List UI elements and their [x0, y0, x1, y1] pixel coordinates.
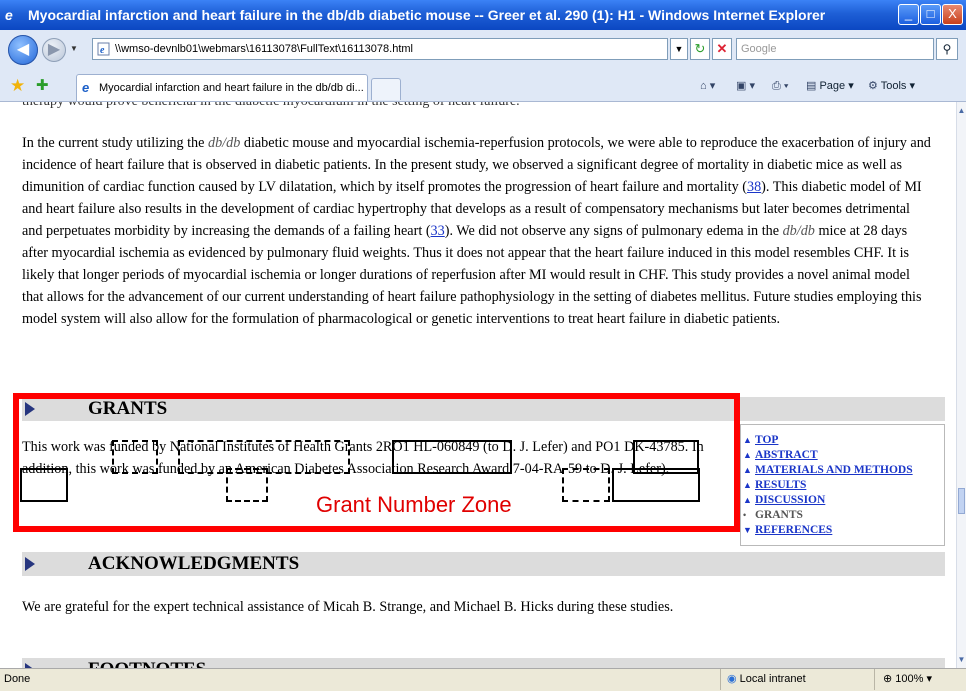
- security-zone: ◉ Local intranet: [720, 669, 850, 690]
- toc-label: REFERENCES: [755, 524, 833, 536]
- scroll-thumb[interactable]: [958, 488, 965, 514]
- toc-label: GRANTS: [755, 509, 803, 521]
- page-menu-button[interactable]: ▤ Page ▾: [806, 78, 854, 94]
- footnotes-heading: FOOTNOTES: [88, 658, 206, 668]
- print-icon[interactable]: ⎙ ▾: [772, 78, 788, 94]
- tools-menu-label: Tools: [880, 80, 907, 92]
- up-arrow-icon: ▲: [743, 465, 752, 475]
- down-arrow-icon: ▼: [743, 525, 752, 535]
- zoom-control[interactable]: ⊕ 100% ▾: [874, 669, 966, 690]
- minimize-button[interactable]: _: [898, 4, 919, 25]
- close-button[interactable]: X: [942, 4, 963, 25]
- section-arrow-icon: [25, 557, 35, 571]
- toc-label: MATERIALS AND METHODS: [755, 464, 913, 476]
- history-dropdown-icon[interactable]: ▼: [70, 44, 78, 53]
- back-button[interactable]: ◀: [8, 35, 38, 65]
- add-favorites-icon[interactable]: ✚: [36, 76, 49, 94]
- scroll-up-icon[interactable]: ▲: [957, 106, 966, 115]
- new-tab-button[interactable]: [371, 78, 401, 100]
- para-text-1: In the current study utilizing the: [22, 135, 208, 151]
- status-bar: Done ◉ Local intranet ⊕ 100% ▾: [0, 668, 966, 691]
- address-url: \\wmso-devnlb01\webmars\16113078\FullTex…: [115, 43, 413, 55]
- page-icon: e: [97, 42, 110, 56]
- globe-icon: ◉: [727, 673, 740, 685]
- reference-link-33[interactable]: 33: [431, 223, 445, 239]
- feeds-icon[interactable]: ▣ ▾: [736, 78, 755, 94]
- search-icon[interactable]: ⚲: [936, 38, 958, 60]
- stop-icon[interactable]: ✕: [712, 38, 732, 60]
- window-title-bar[interactable]: e Myocardial infarction and heart failur…: [0, 0, 966, 30]
- page-menu-label: Page: [819, 80, 846, 92]
- search-input[interactable]: Google: [736, 38, 934, 60]
- grant-number-zone-label: Grant Number Zone: [316, 492, 512, 517]
- forward-button[interactable]: ▶: [42, 38, 66, 62]
- toc-link-references[interactable]: ▼ REFERENCES: [743, 523, 944, 538]
- tab-article[interactable]: e Myocardial infarction and heart failur…: [76, 74, 368, 101]
- toc-link-methods[interactable]: ▲ MATERIALS AND METHODS: [743, 463, 944, 478]
- up-arrow-icon: ▲: [743, 450, 752, 460]
- zone-label: Local intranet: [739, 673, 806, 685]
- vertical-scrollbar[interactable]: ▲ ▼: [956, 102, 966, 668]
- footnotes-section-header: FOOTNOTES: [22, 658, 945, 668]
- toc-current-grants: • GRANTS: [743, 508, 944, 523]
- section-toc: ▲ TOP ▲ ABSTRACT ▲ MATERIALS AND METHODS ▲ R…: [740, 424, 945, 546]
- reference-link-38[interactable]: 38: [747, 179, 761, 195]
- address-input[interactable]: e \\wmso-devnlb01\webmars\16113078\FullT…: [92, 38, 668, 60]
- tab-label: Myocardial infarction and heart failure …: [99, 82, 364, 94]
- scroll-down-icon[interactable]: ▼: [957, 655, 966, 664]
- acknowledgments-text: We are grateful for the expert technical…: [22, 599, 674, 615]
- tab-toolbar: ★ ✚ e Myocardial infarction and heart fa…: [0, 70, 966, 102]
- toc-link-top[interactable]: ▲ TOP: [743, 433, 944, 448]
- svg-text:e: e: [100, 45, 105, 56]
- para-text-4: ). We did not observe any signs of pulmo…: [444, 223, 783, 239]
- clipped-text-line: therapy would prove beneficial in the di…: [22, 102, 582, 110]
- acknowledgments-section-header: ACKNOWLEDGMENTS: [22, 552, 945, 576]
- up-arrow-icon: ▲: [743, 480, 752, 490]
- address-dropdown-icon[interactable]: ▼: [670, 38, 688, 60]
- toc-label: ABSTRACT: [755, 449, 818, 461]
- toc-link-results[interactable]: ▲ RESULTS: [743, 478, 944, 493]
- toc-link-abstract[interactable]: ▲ ABSTRACT: [743, 448, 944, 463]
- up-arrow-icon: ▲: [743, 495, 752, 505]
- up-arrow-icon: ▲: [743, 435, 752, 445]
- para-italic-1: db/db: [207, 135, 241, 151]
- para-italic-2: db/db: [782, 223, 815, 239]
- toc-label: RESULTS: [755, 479, 807, 491]
- favorites-star-icon[interactable]: ★: [10, 76, 25, 96]
- discussion-paragraph: In the current study utilizing the db/db…: [22, 132, 934, 330]
- page-content: therapy would prove beneficial in the di…: [0, 102, 956, 668]
- bullet-icon: •: [743, 510, 747, 520]
- ie-logo-icon: e: [5, 7, 13, 23]
- ie-tab-icon: e: [82, 80, 90, 95]
- tools-menu-button[interactable]: ⚙ Tools ▾: [868, 78, 915, 94]
- toc-link-discussion[interactable]: ▲ DISCUSSION: [743, 493, 944, 508]
- toc-label: TOP: [755, 434, 779, 446]
- toc-label: DISCUSSION: [755, 494, 826, 506]
- home-icon[interactable]: ⌂ ▾: [700, 78, 715, 94]
- status-text: Done: [4, 673, 31, 685]
- window-title: Myocardial infarction and heart failure …: [28, 7, 826, 23]
- acknowledgments-heading: ACKNOWLEDGMENTS: [88, 553, 300, 574]
- maximize-button[interactable]: □: [920, 4, 941, 25]
- address-toolbar: ◀ ▶ ▼ e \\wmso-devnlb01\webmars\16113078…: [0, 30, 966, 70]
- zoom-level: 100%: [895, 673, 924, 685]
- zoom-icon: ⊕: [883, 673, 896, 685]
- refresh-icon[interactable]: ↻: [690, 38, 710, 60]
